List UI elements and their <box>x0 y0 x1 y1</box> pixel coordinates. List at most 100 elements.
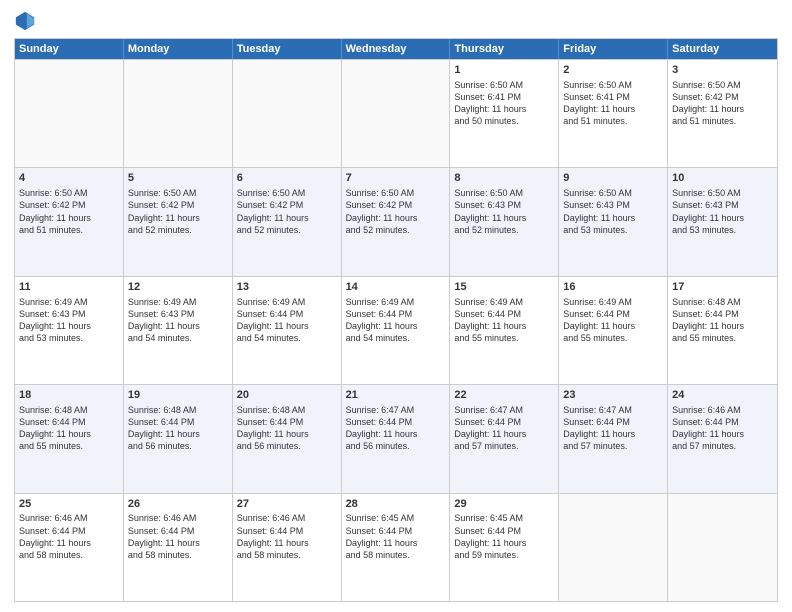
cal-cell-r0c1 <box>124 60 233 167</box>
cell-info: Sunrise: 6:50 AM Sunset: 6:43 PM Dayligh… <box>454 187 554 236</box>
cell-info: Sunrise: 6:49 AM Sunset: 6:43 PM Dayligh… <box>128 296 228 345</box>
day-number: 16 <box>563 280 663 295</box>
cal-cell-r4c4: 29Sunrise: 6:45 AM Sunset: 6:44 PM Dayli… <box>450 494 559 601</box>
cal-cell-r2c4: 15Sunrise: 6:49 AM Sunset: 6:44 PM Dayli… <box>450 277 559 384</box>
calendar-header-row: SundayMondayTuesdayWednesdayThursdayFrid… <box>15 39 777 59</box>
cell-info: Sunrise: 6:49 AM Sunset: 6:44 PM Dayligh… <box>563 296 663 345</box>
day-number: 4 <box>19 171 119 186</box>
cal-cell-r1c0: 4Sunrise: 6:50 AM Sunset: 6:42 PM Daylig… <box>15 168 124 275</box>
day-number: 29 <box>454 497 554 512</box>
calendar-body: 1Sunrise: 6:50 AM Sunset: 6:41 PM Daylig… <box>15 59 777 601</box>
cal-cell-r3c3: 21Sunrise: 6:47 AM Sunset: 6:44 PM Dayli… <box>342 385 451 492</box>
cell-info: Sunrise: 6:50 AM Sunset: 6:42 PM Dayligh… <box>128 187 228 236</box>
cal-row-0: 1Sunrise: 6:50 AM Sunset: 6:41 PM Daylig… <box>15 59 777 167</box>
cell-info: Sunrise: 6:50 AM Sunset: 6:43 PM Dayligh… <box>563 187 663 236</box>
cal-cell-r3c4: 22Sunrise: 6:47 AM Sunset: 6:44 PM Dayli… <box>450 385 559 492</box>
day-number: 2 <box>563 63 663 78</box>
cal-cell-r3c1: 19Sunrise: 6:48 AM Sunset: 6:44 PM Dayli… <box>124 385 233 492</box>
cal-cell-r1c5: 9Sunrise: 6:50 AM Sunset: 6:43 PM Daylig… <box>559 168 668 275</box>
day-number: 3 <box>672 63 773 78</box>
cal-cell-r0c2 <box>233 60 342 167</box>
cal-cell-r3c2: 20Sunrise: 6:48 AM Sunset: 6:44 PM Dayli… <box>233 385 342 492</box>
cal-cell-r4c6 <box>668 494 777 601</box>
cal-cell-r0c0 <box>15 60 124 167</box>
day-number: 25 <box>19 497 119 512</box>
cal-cell-r4c0: 25Sunrise: 6:46 AM Sunset: 6:44 PM Dayli… <box>15 494 124 601</box>
cell-info: Sunrise: 6:49 AM Sunset: 6:44 PM Dayligh… <box>237 296 337 345</box>
cell-info: Sunrise: 6:48 AM Sunset: 6:44 PM Dayligh… <box>128 404 228 453</box>
cal-cell-r3c0: 18Sunrise: 6:48 AM Sunset: 6:44 PM Dayli… <box>15 385 124 492</box>
day-number: 26 <box>128 497 228 512</box>
cal-cell-r1c1: 5Sunrise: 6:50 AM Sunset: 6:42 PM Daylig… <box>124 168 233 275</box>
cell-info: Sunrise: 6:48 AM Sunset: 6:44 PM Dayligh… <box>237 404 337 453</box>
cell-info: Sunrise: 6:45 AM Sunset: 6:44 PM Dayligh… <box>346 512 446 561</box>
cell-info: Sunrise: 6:46 AM Sunset: 6:44 PM Dayligh… <box>672 404 773 453</box>
cal-cell-r2c2: 13Sunrise: 6:49 AM Sunset: 6:44 PM Dayli… <box>233 277 342 384</box>
day-number: 11 <box>19 280 119 295</box>
cell-info: Sunrise: 6:45 AM Sunset: 6:44 PM Dayligh… <box>454 512 554 561</box>
cell-info: Sunrise: 6:48 AM Sunset: 6:44 PM Dayligh… <box>19 404 119 453</box>
cal-row-3: 18Sunrise: 6:48 AM Sunset: 6:44 PM Dayli… <box>15 384 777 492</box>
header <box>14 10 778 32</box>
day-number: 20 <box>237 388 337 403</box>
day-number: 22 <box>454 388 554 403</box>
cell-info: Sunrise: 6:48 AM Sunset: 6:44 PM Dayligh… <box>672 296 773 345</box>
day-number: 28 <box>346 497 446 512</box>
cal-cell-r2c1: 12Sunrise: 6:49 AM Sunset: 6:43 PM Dayli… <box>124 277 233 384</box>
page: SundayMondayTuesdayWednesdayThursdayFrid… <box>0 0 792 612</box>
logo <box>14 10 40 32</box>
cal-header-thursday: Thursday <box>450 39 559 59</box>
day-number: 21 <box>346 388 446 403</box>
cell-info: Sunrise: 6:49 AM Sunset: 6:43 PM Dayligh… <box>19 296 119 345</box>
cell-info: Sunrise: 6:47 AM Sunset: 6:44 PM Dayligh… <box>563 404 663 453</box>
day-number: 23 <box>563 388 663 403</box>
day-number: 5 <box>128 171 228 186</box>
cal-cell-r1c3: 7Sunrise: 6:50 AM Sunset: 6:42 PM Daylig… <box>342 168 451 275</box>
day-number: 15 <box>454 280 554 295</box>
cal-header-tuesday: Tuesday <box>233 39 342 59</box>
day-number: 13 <box>237 280 337 295</box>
calendar: SundayMondayTuesdayWednesdayThursdayFrid… <box>14 38 778 602</box>
logo-icon <box>14 10 36 32</box>
day-number: 7 <box>346 171 446 186</box>
day-number: 19 <box>128 388 228 403</box>
day-number: 24 <box>672 388 773 403</box>
day-number: 10 <box>672 171 773 186</box>
day-number: 27 <box>237 497 337 512</box>
day-number: 18 <box>19 388 119 403</box>
cell-info: Sunrise: 6:49 AM Sunset: 6:44 PM Dayligh… <box>454 296 554 345</box>
cal-row-2: 11Sunrise: 6:49 AM Sunset: 6:43 PM Dayli… <box>15 276 777 384</box>
cal-cell-r3c6: 24Sunrise: 6:46 AM Sunset: 6:44 PM Dayli… <box>668 385 777 492</box>
cal-row-4: 25Sunrise: 6:46 AM Sunset: 6:44 PM Dayli… <box>15 493 777 601</box>
cal-header-wednesday: Wednesday <box>342 39 451 59</box>
cal-header-monday: Monday <box>124 39 233 59</box>
cal-row-1: 4Sunrise: 6:50 AM Sunset: 6:42 PM Daylig… <box>15 167 777 275</box>
cal-cell-r0c3 <box>342 60 451 167</box>
cell-info: Sunrise: 6:49 AM Sunset: 6:44 PM Dayligh… <box>346 296 446 345</box>
day-number: 9 <box>563 171 663 186</box>
cal-cell-r1c4: 8Sunrise: 6:50 AM Sunset: 6:43 PM Daylig… <box>450 168 559 275</box>
day-number: 8 <box>454 171 554 186</box>
cal-cell-r2c5: 16Sunrise: 6:49 AM Sunset: 6:44 PM Dayli… <box>559 277 668 384</box>
cell-info: Sunrise: 6:46 AM Sunset: 6:44 PM Dayligh… <box>128 512 228 561</box>
cal-cell-r1c2: 6Sunrise: 6:50 AM Sunset: 6:42 PM Daylig… <box>233 168 342 275</box>
day-number: 1 <box>454 63 554 78</box>
cell-info: Sunrise: 6:50 AM Sunset: 6:41 PM Dayligh… <box>454 79 554 128</box>
cal-header-saturday: Saturday <box>668 39 777 59</box>
cal-cell-r4c5 <box>559 494 668 601</box>
cell-info: Sunrise: 6:50 AM Sunset: 6:43 PM Dayligh… <box>672 187 773 236</box>
cell-info: Sunrise: 6:47 AM Sunset: 6:44 PM Dayligh… <box>454 404 554 453</box>
cal-cell-r0c5: 2Sunrise: 6:50 AM Sunset: 6:41 PM Daylig… <box>559 60 668 167</box>
cal-cell-r3c5: 23Sunrise: 6:47 AM Sunset: 6:44 PM Dayli… <box>559 385 668 492</box>
cell-info: Sunrise: 6:46 AM Sunset: 6:44 PM Dayligh… <box>19 512 119 561</box>
cal-cell-r1c6: 10Sunrise: 6:50 AM Sunset: 6:43 PM Dayli… <box>668 168 777 275</box>
cell-info: Sunrise: 6:50 AM Sunset: 6:42 PM Dayligh… <box>19 187 119 236</box>
cell-info: Sunrise: 6:47 AM Sunset: 6:44 PM Dayligh… <box>346 404 446 453</box>
day-number: 17 <box>672 280 773 295</box>
cal-cell-r2c0: 11Sunrise: 6:49 AM Sunset: 6:43 PM Dayli… <box>15 277 124 384</box>
cal-cell-r0c6: 3Sunrise: 6:50 AM Sunset: 6:42 PM Daylig… <box>668 60 777 167</box>
cal-cell-r0c4: 1Sunrise: 6:50 AM Sunset: 6:41 PM Daylig… <box>450 60 559 167</box>
cal-header-friday: Friday <box>559 39 668 59</box>
cell-info: Sunrise: 6:50 AM Sunset: 6:42 PM Dayligh… <box>346 187 446 236</box>
cell-info: Sunrise: 6:50 AM Sunset: 6:42 PM Dayligh… <box>237 187 337 236</box>
